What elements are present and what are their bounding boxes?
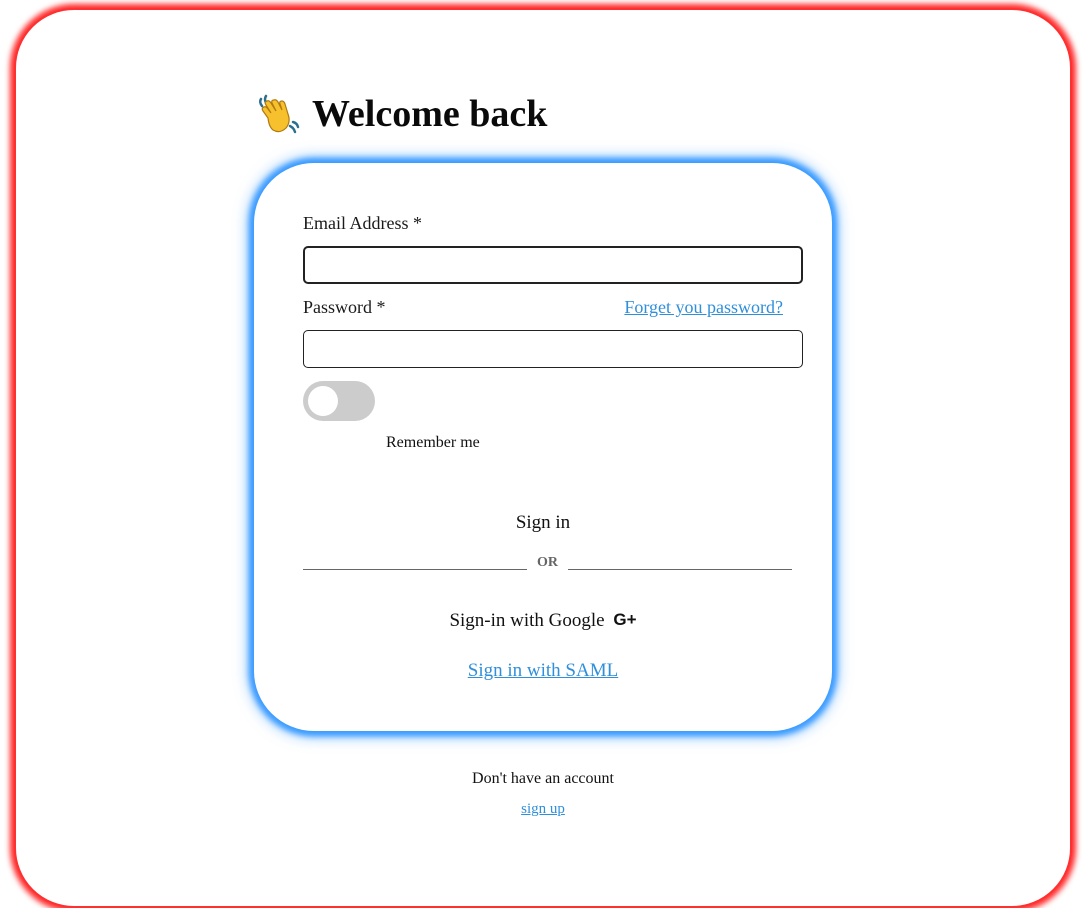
sign-in-button[interactable]: Sign in	[254, 512, 832, 534]
password-field[interactable]	[303, 330, 803, 368]
password-label: Password *	[303, 297, 386, 317]
remember-me-toggle[interactable]	[303, 381, 375, 421]
google-sign-in-button[interactable]: Sign-in with Google G+	[254, 610, 832, 632]
or-divider: OR	[303, 553, 792, 573]
toggle-knob	[308, 386, 338, 416]
forgot-password-link[interactable]: Forget you password?	[624, 297, 783, 318]
email-label: Email Address *	[303, 213, 422, 233]
google-sign-in-label: Sign-in with Google	[449, 610, 605, 631]
no-account-text: Don't have an account	[472, 770, 614, 787]
email-field[interactable]	[303, 246, 803, 284]
page-header: Welcome back	[256, 92, 547, 136]
saml-sign-in-link[interactable]: Sign in with SAML	[254, 660, 832, 682]
page-title: Welcome back	[312, 93, 548, 135]
waving-hand-icon	[256, 92, 300, 136]
divider-line	[568, 569, 792, 570]
sign-up-link[interactable]: sign up	[0, 801, 1086, 818]
google-plus-icon: G+	[613, 610, 637, 629]
remember-me-label: Remember me	[386, 434, 480, 451]
login-card: Email Address * Password * Forget you pa…	[254, 163, 832, 731]
